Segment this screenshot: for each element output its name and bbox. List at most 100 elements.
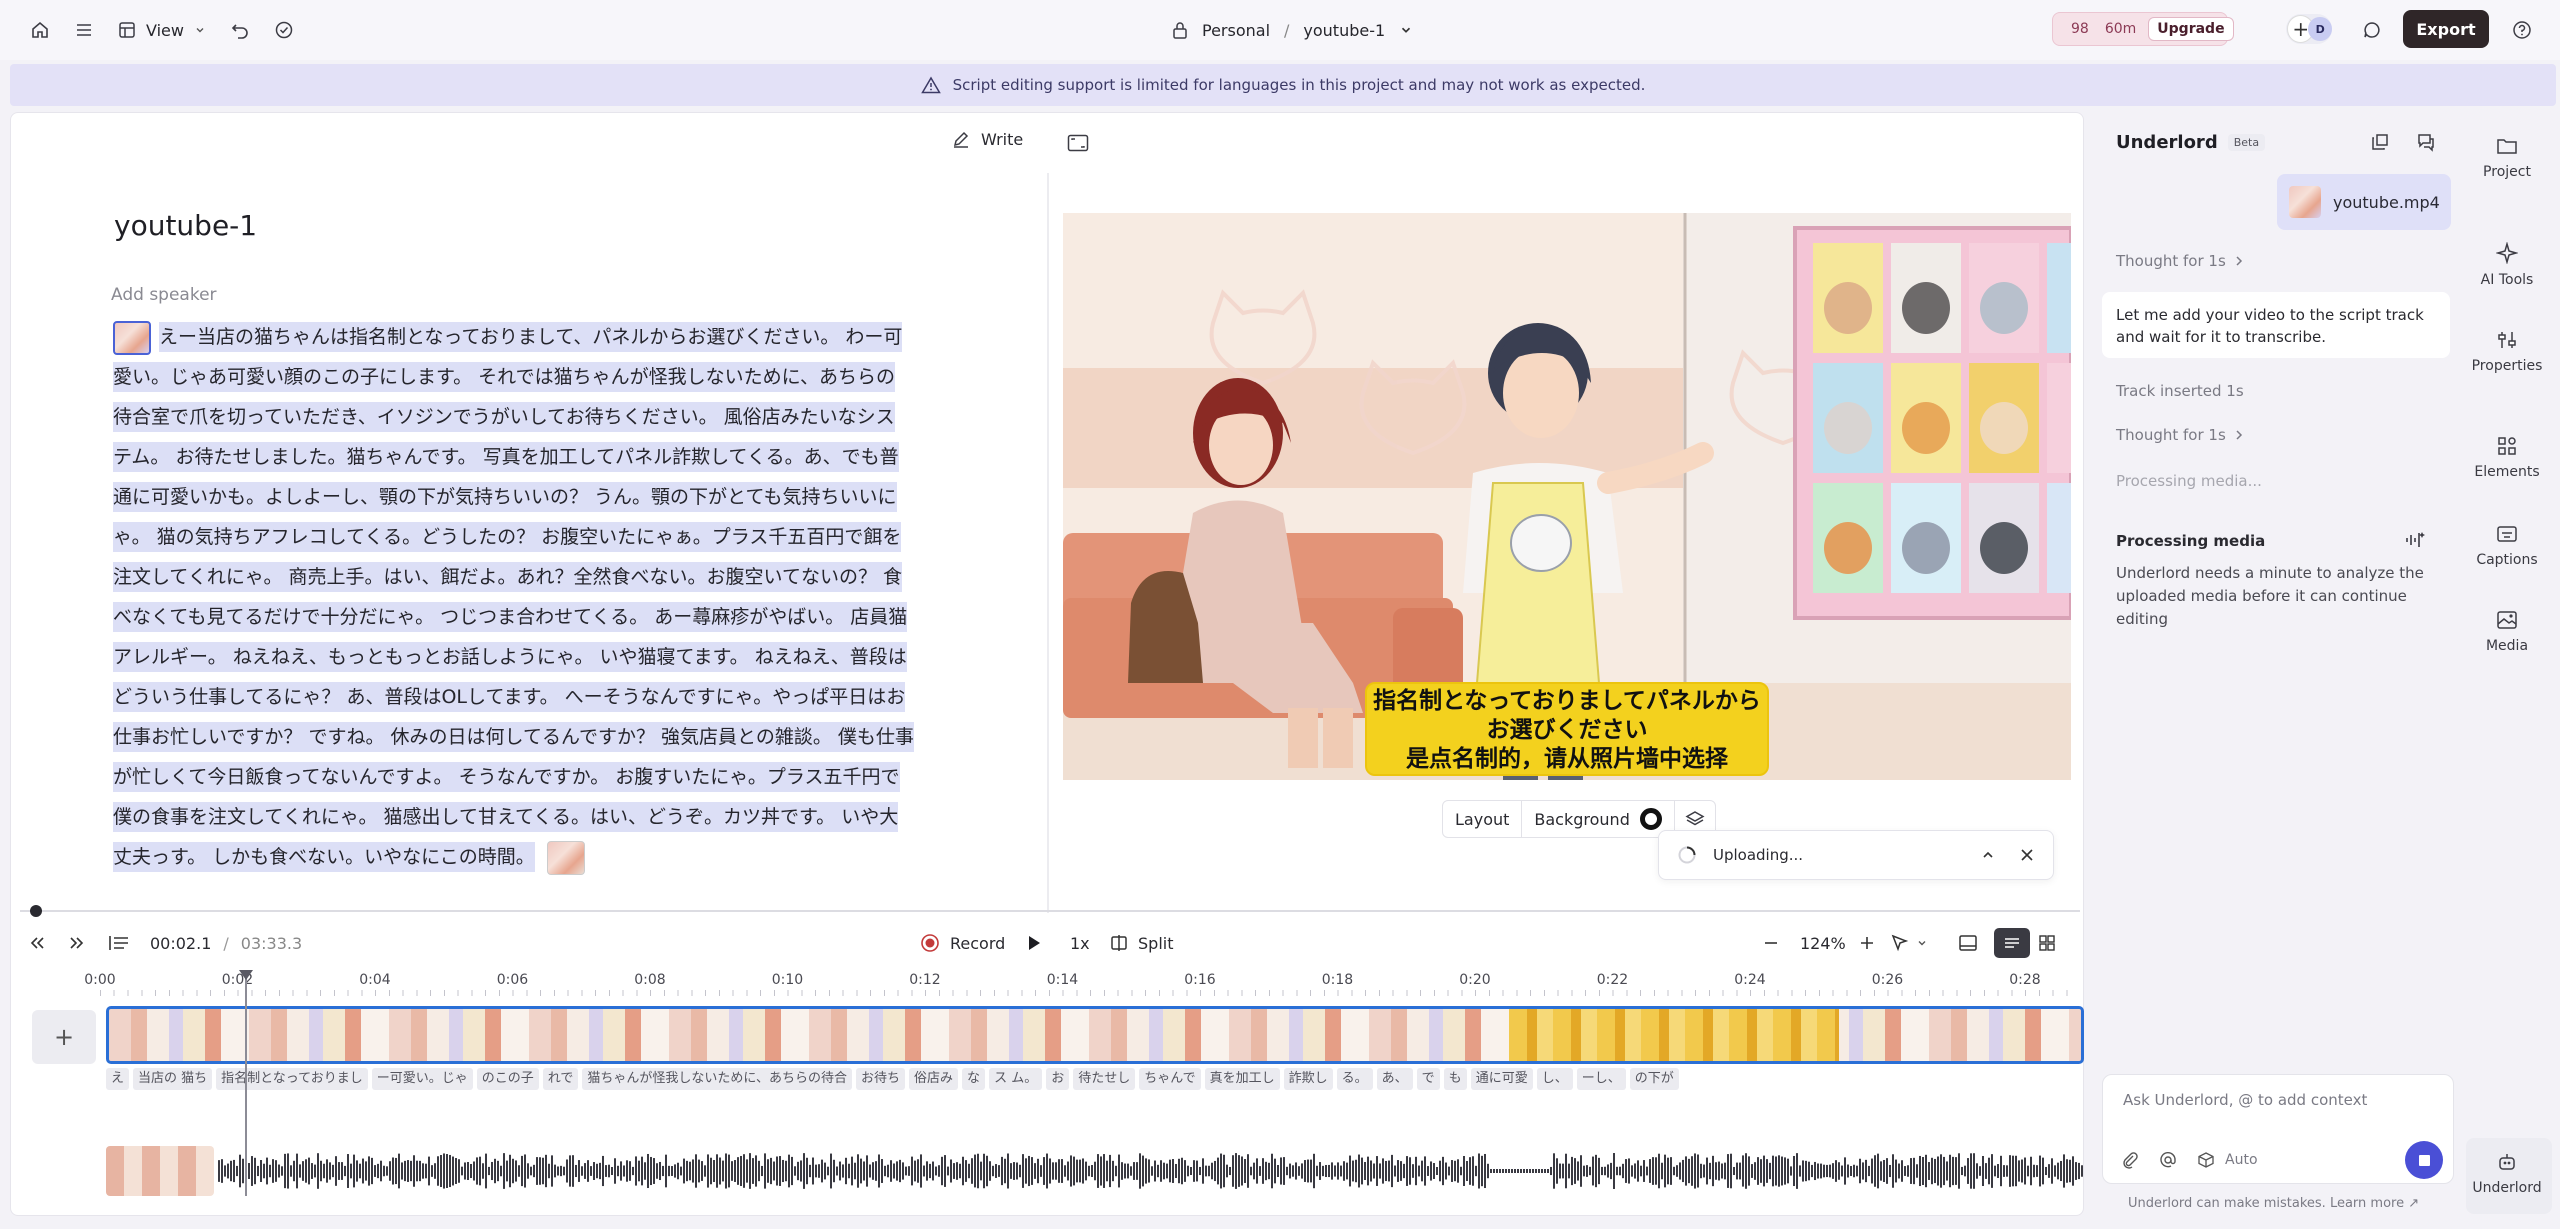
rail-item-ai-tools[interactable]: AI Tools [2462,242,2552,288]
rail-item-underlord[interactable]: Underlord [2462,1152,2552,1196]
script-line[interactable]: べなくても見てるだけで十分だにゃ。 つじつま合わせてくる。 あー蕁麻疹がやばい。… [113,597,959,637]
scrubber-handle[interactable] [30,905,42,917]
rail-item-elements[interactable]: Elements [2462,436,2552,480]
script-line[interactable]: ゃ。 猫の気持ちアフレコしてくる。どうしたの？ お腹空いたにゃぁ。プラス千五百円… [113,517,959,557]
grid-view-icon[interactable] [2038,928,2056,958]
rail-item-project[interactable]: Project [2462,136,2552,180]
transcript-word[interactable]: 俗店み [909,1068,959,1090]
chapters-icon[interactable] [108,928,130,958]
at-mention-icon[interactable] [2159,1151,2177,1169]
track-view-toggle[interactable] [1994,928,2030,958]
add-speaker-button[interactable]: Add speaker [111,285,217,305]
transcript-word[interactable]: え [106,1068,130,1090]
play-icon[interactable] [1026,928,1042,958]
transcript-word[interactable]: 当店の 猫ち [133,1068,213,1090]
transcript-word[interactable]: ーし、 [1576,1068,1626,1090]
attached-file[interactable]: youtube.mp4 [2277,174,2451,230]
export-button[interactable]: Export [2403,10,2489,48]
comment-icon[interactable] [2356,14,2388,46]
transcript-word[interactable]: 真を加工し [1204,1068,1280,1090]
upgrade-button[interactable]: Upgrade [2148,17,2234,41]
script-line[interactable]: 仕事お忙しいですか？ ですね。 休みの日は何してるんですか？ 強気店員との雑談。… [113,717,959,757]
new-chat-icon[interactable] [2366,128,2394,156]
rail-item-captions[interactable]: Captions [2462,524,2552,568]
layout-button[interactable]: Layout [1443,801,1523,837]
cursor-tool-menu[interactable] [1890,928,1928,958]
skip-forward-icon[interactable] [68,928,86,958]
script-line[interactable]: えー当店の猫ちゃんは指名制となっておりまして、パネルからお選びください。 わー可 [113,317,959,357]
script-line[interactable]: 僕の食事を注文してくれにゃ。 猫感出して甘えてくる。はい、どうぞ。カツ丼です。 … [113,797,959,837]
clip-end-thumbnail[interactable] [546,840,585,875]
transcript-word[interactable]: ー可愛い。じゃ [371,1068,473,1090]
panel-divider[interactable] [1047,173,1049,913]
ask-input[interactable]: Ask Underlord, @ to add context [2123,1091,2367,1109]
transcript-word[interactable]: あ、 [1376,1068,1413,1090]
playback-scrubber[interactable] [20,910,2080,912]
script-line[interactable]: テム。 お待たせしました。猫ちゃんです。 写真を加工してパネル詐欺してくる。あ、… [113,437,959,477]
record-button[interactable]: Record [920,928,1005,958]
thought-toggle-2[interactable]: Thought for 1s [2116,426,2244,444]
script-line[interactable]: 愛い。じゃあ可愛い顔のこの子にします。 それでは猫ちゃんが怪我しないために、あち… [113,357,959,397]
credits-indicator[interactable]: 98 60m Upgrade [2052,12,2234,46]
menu-icon[interactable] [68,14,100,46]
script-text[interactable]: えー当店の猫ちゃんは指名制となっておりまして、パネルからお選びください。 わー可… [113,317,959,877]
chat-history-icon[interactable] [2412,128,2440,156]
script-line[interactable]: 丈夫っす。 しかも食べない。いやなにこの時間。 [113,837,959,877]
transcript-word[interactable]: も [1443,1068,1467,1090]
script-line[interactable]: どういう仕事してるにゃ？ あ、普段はOLしてます。 へーそうなんですにゃ。やっぱ… [113,677,959,717]
write-button[interactable]: Write [951,129,1023,149]
timeline-ruler[interactable]: 0:00 0:02 0:04 0:06 0:08 0:10 0:12 0:14 0:16 0:18… [84,972,2080,996]
timeline-layout-icon[interactable] [1958,928,1978,958]
paperclip-icon[interactable] [2121,1151,2139,1169]
zoom-out-icon[interactable] [1762,928,1780,958]
home-icon[interactable] [24,14,56,46]
add-track-button[interactable]: + [32,1010,96,1064]
split-button[interactable]: Split [1110,928,1173,958]
transcript-word[interactable]: る。 [1336,1068,1373,1090]
close-icon[interactable] [2019,847,2035,863]
transcript-word-track[interactable]: え当店の 猫ち 指名制となっておりまし ー可愛い。じゃ のこの子 れで 猫ちゃんが怪我しな… [106,1068,2084,1090]
project-breadcrumb[interactable]: Personal / youtube-1 [1172,16,1413,44]
ask-underlord-box[interactable]: Ask Underlord, @ to add context Auto [2102,1074,2454,1184]
transcript-word[interactable]: し、 [1536,1068,1573,1090]
transcript-word[interactable]: 通に可愛 [1470,1068,1533,1090]
skip-back-icon[interactable] [28,928,46,958]
check-circle-icon[interactable] [268,14,300,46]
script-line[interactable]: 通に可愛いかも。よしよーし、顎の下が気持ちいいの？ うん。顎の下がとても気持ちい… [113,477,959,517]
transcript-word[interactable]: で [1416,1068,1440,1090]
script-line[interactable]: アレルギー。 ねえねえ、もっともっとお話しようにゃ。 いや猫寝てます。 ねえねえ… [113,637,959,677]
transcript-word[interactable]: ス ム。 [989,1068,1043,1090]
transcript-word[interactable]: な [962,1068,986,1090]
transcript-word[interactable]: 詐欺し [1283,1068,1333,1090]
script-line[interactable]: が忙しくて今日飯食ってないんですよ。 そうなんですか。 お腹すいたにゃ。プラス五… [113,757,959,797]
background-button[interactable]: Background [1522,801,1673,837]
video-clip-track[interactable] [106,1006,2084,1064]
playhead[interactable] [245,970,247,1196]
model-selector[interactable]: Auto [2197,1151,2258,1169]
transcript-word[interactable]: お [1046,1068,1070,1090]
document-title[interactable]: youtube-1 [114,209,257,242]
aspect-ratio-icon[interactable] [1065,131,1091,155]
transcript-word[interactable]: お待ち [856,1068,906,1090]
rail-item-media[interactable]: Media [2462,610,2552,654]
transcript-word[interactable]: 猫ちゃんが怪我しないために、あちらの待合 [582,1068,853,1090]
transcript-word[interactable]: のこの子 [476,1068,539,1090]
playback-speed[interactable]: 1x [1070,928,1090,958]
view-menu-button[interactable]: View [118,16,206,44]
script-line[interactable]: 注文してくれにゃ。 商売上手。はい、餌だよ。あれ？全然食べない。お腹空いてないの… [113,557,959,597]
undo-icon[interactable] [224,14,256,46]
transcript-word[interactable]: 待たせし [1073,1068,1136,1090]
transcript-word[interactable]: の下が [1629,1068,1679,1090]
transcript-word[interactable]: れで [542,1068,579,1090]
transcript-word[interactable]: 指名制となっておりまし [216,1068,368,1090]
thought-toggle-1[interactable]: Thought for 1s [2116,252,2244,270]
collaborators[interactable]: + D [2286,14,2332,44]
stop-generation-button[interactable] [2405,1141,2443,1179]
clip-start-thumbnail[interactable] [113,320,151,355]
zoom-in-icon[interactable] [1858,928,1876,958]
rail-item-properties[interactable]: Properties [2462,330,2552,374]
help-icon[interactable] [2506,14,2538,46]
script-line[interactable]: 待合室で爪を切っていただき、イソジンでうがいしてお待ちください。 風俗店みたいな… [113,397,959,437]
transcript-word[interactable]: ちゃんで [1139,1068,1201,1090]
disclaimer[interactable]: Underlord can make mistakes. Learn more … [2128,1196,2419,1211]
